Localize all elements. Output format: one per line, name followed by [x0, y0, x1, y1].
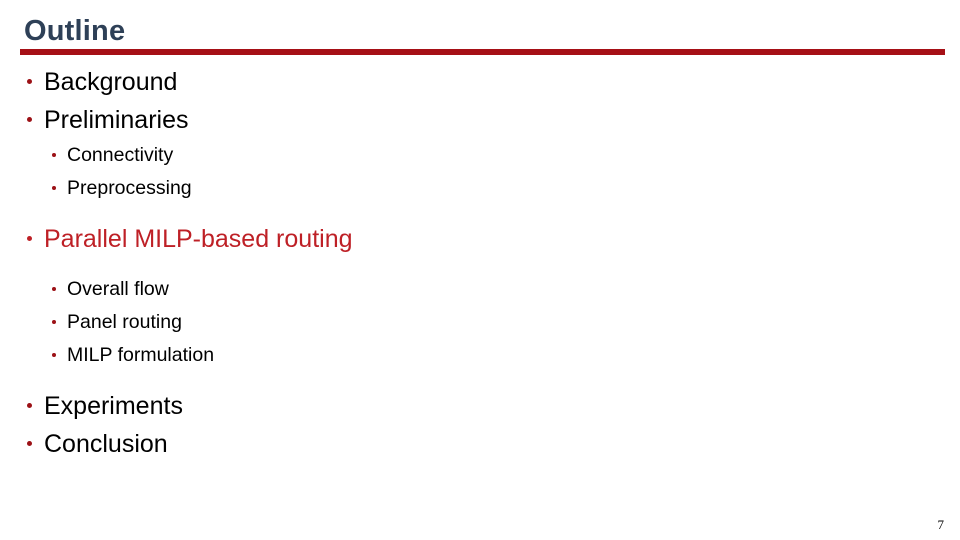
- bullet-dot-icon: [52, 185, 56, 190]
- outline-item-level-2: Overall flow: [0, 273, 960, 306]
- bullet-dot-icon: [27, 235, 32, 241]
- outline-item-level-1: Conclusion: [0, 425, 960, 463]
- outline-item-label: Preprocessing: [67, 177, 192, 199]
- bullet-dot-icon: [52, 319, 56, 324]
- outline-item-level-2: Preprocessing: [0, 172, 960, 205]
- page-title: Outline: [24, 15, 126, 47]
- outline-item-level-1: Background: [0, 63, 960, 101]
- outline-item-label: Preliminaries: [44, 106, 189, 134]
- outline-item-level-1: Experiments: [0, 387, 960, 425]
- page-number: 7: [937, 517, 945, 532]
- outline-item-label: MILP formulation: [67, 344, 215, 366]
- outline-item-label: Background: [44, 68, 178, 96]
- outline-item-level-2: Panel routing: [0, 306, 960, 339]
- outline-item-level-2: Connectivity: [0, 139, 960, 172]
- outline-item-label: Conclusion: [44, 430, 168, 458]
- outline-item-label: Overall flow: [67, 278, 169, 300]
- bullet-dot-icon: [52, 286, 56, 291]
- outline-item-level-1: Parallel MILP-based routing: [0, 220, 960, 258]
- bullet-dot-icon: [52, 152, 56, 157]
- bullet-dot-icon: [27, 116, 32, 122]
- outline-item-level-1: Preliminaries: [0, 101, 960, 139]
- outline-item-label: Connectivity: [67, 144, 174, 166]
- outline-item-label: Panel routing: [67, 311, 182, 333]
- bullet-dot-icon: [27, 78, 32, 84]
- outline-item-label: Experiments: [44, 392, 183, 420]
- title-divider-rule: [20, 49, 945, 55]
- presentation-slide: Outline Background Preliminaries Connectiv…: [0, 0, 960, 540]
- bullet-dot-icon: [27, 402, 32, 408]
- outline-item-label: Parallel MILP-based routing: [44, 225, 353, 253]
- bullet-dot-icon: [52, 352, 56, 357]
- outline-list: Background Preliminaries Connectivity Prepr…: [0, 63, 960, 463]
- outline-item-level-2: MILP formulation: [0, 339, 960, 372]
- bullet-dot-icon: [27, 440, 32, 446]
